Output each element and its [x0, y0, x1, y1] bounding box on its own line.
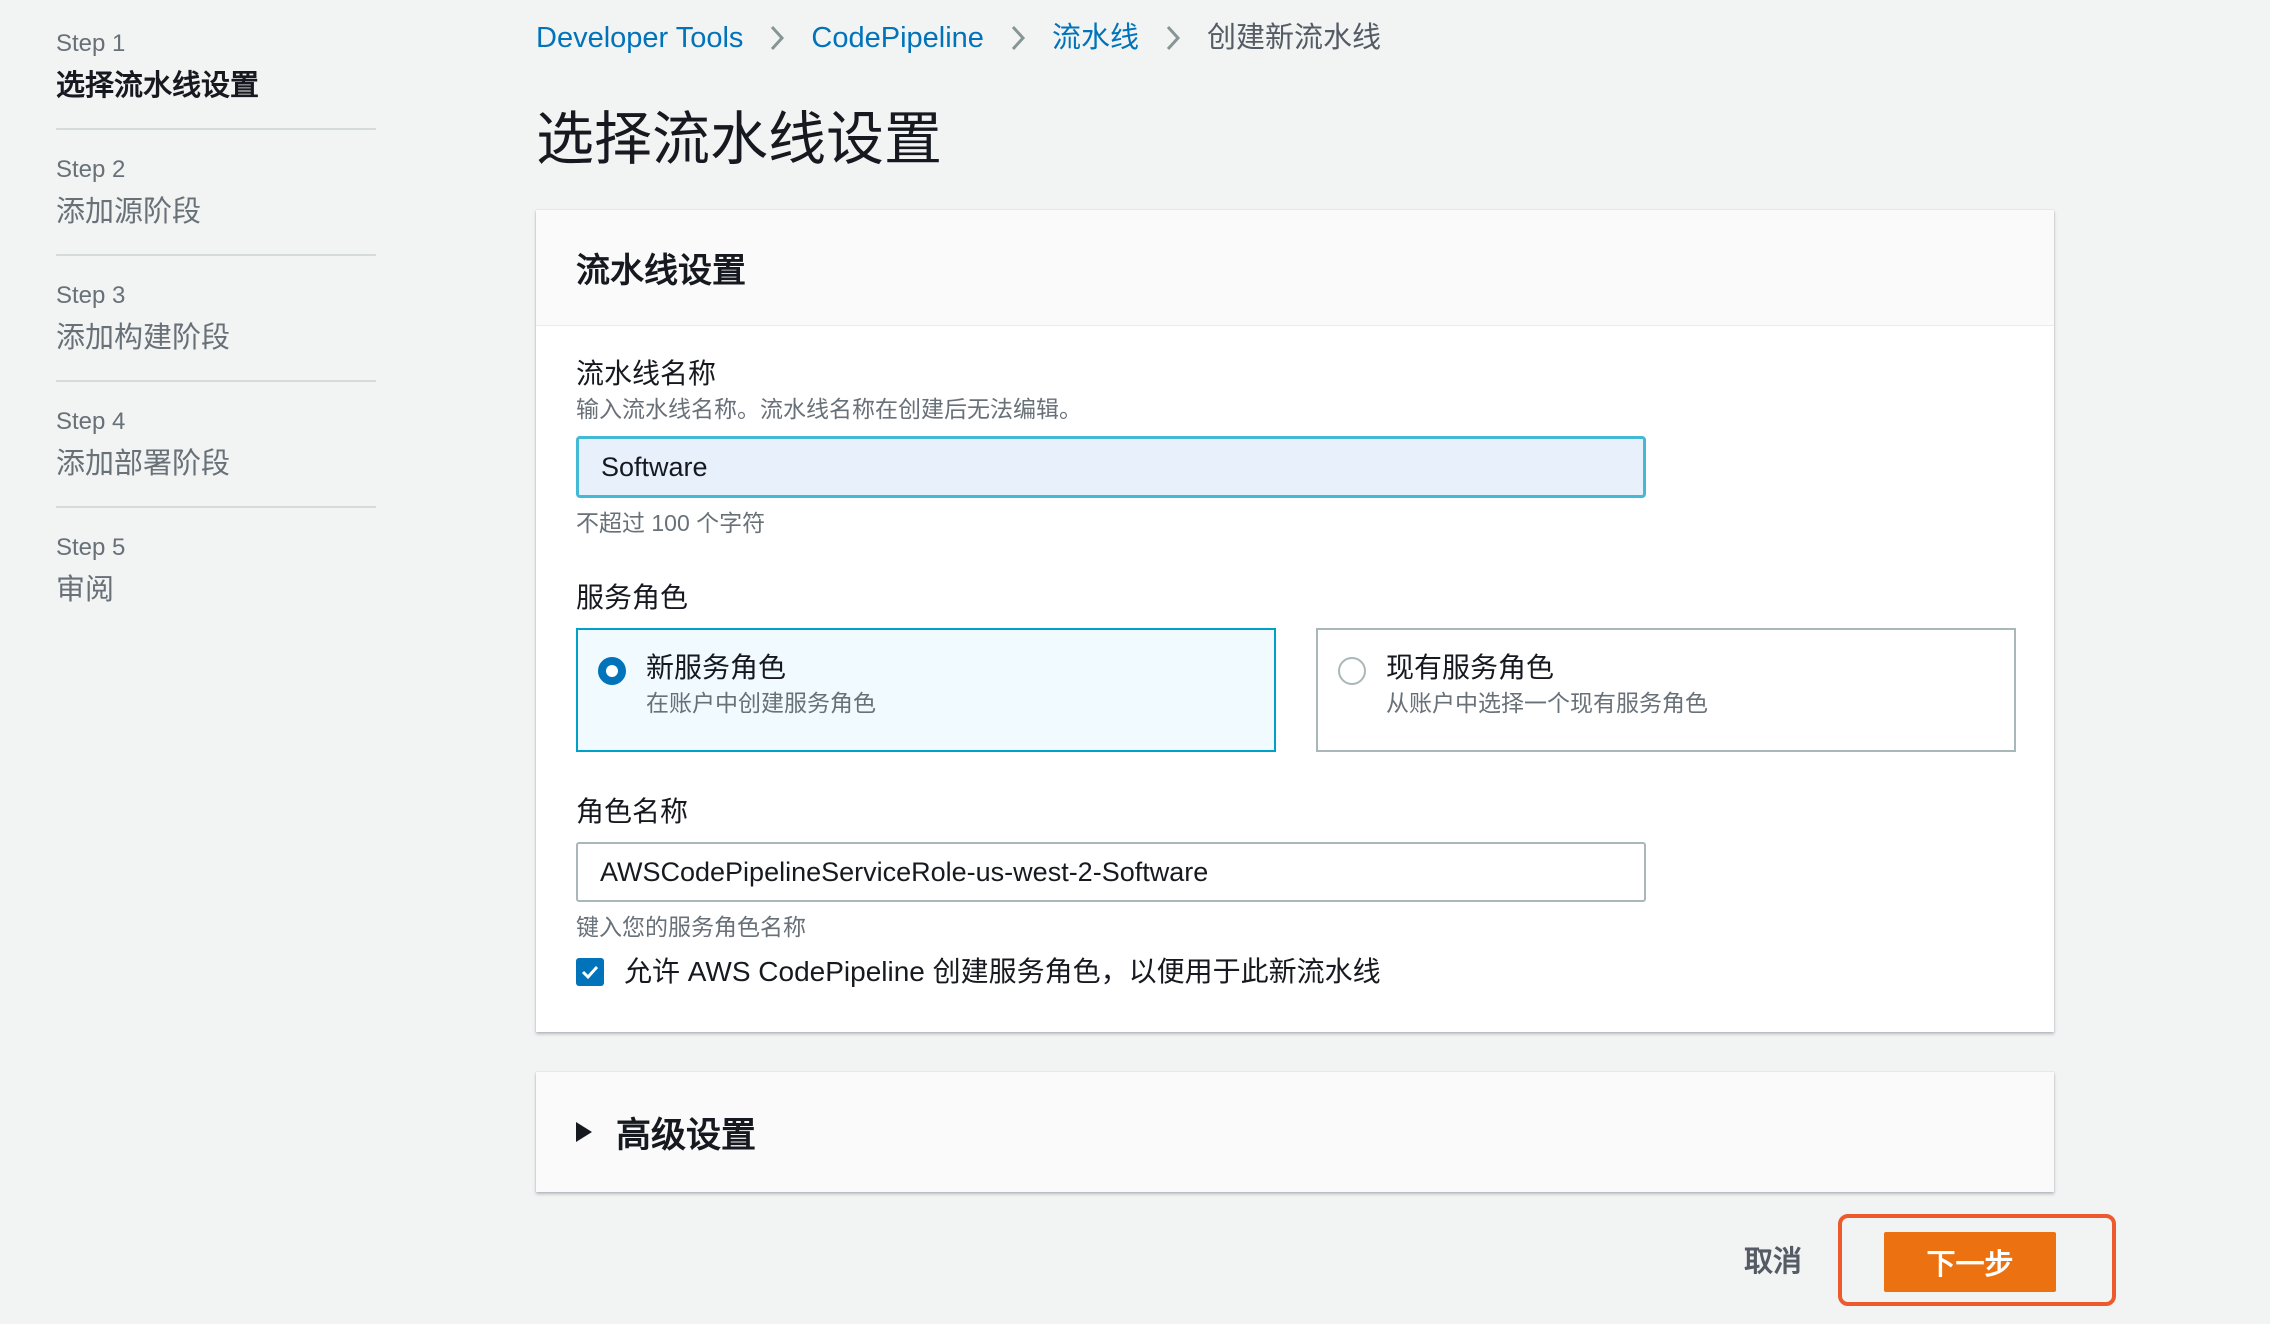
step-title: 添加构建阶段 [56, 322, 231, 354]
step-title: 审阅 [56, 574, 115, 606]
radio-unselected-icon[interactable] [1338, 657, 1366, 685]
service-role-label: 服务角色 [576, 582, 689, 613]
checkbox-checked-icon[interactable] [576, 958, 604, 986]
advanced-settings-expander[interactable]: 高级设置 [536, 1072, 2054, 1192]
page-title: 选择流水线设置 [536, 107, 943, 172]
next-button[interactable]: 下一步 [1884, 1232, 2056, 1292]
step-4[interactable]: Step 4 添加部署阶段 [56, 404, 376, 508]
pipeline-name-constraint: 不超过 100 个字符 [576, 510, 766, 536]
wizard-steps: Step 1 选择流水线设置 Step 2 添加源阶段 Step 3 添加构建阶… [56, 26, 376, 654]
breadcrumb-pipelines[interactable]: 流水线 [1052, 18, 1139, 58]
radio-selected-icon[interactable] [598, 657, 626, 685]
step-title: 选择流水线设置 [56, 70, 260, 102]
option-title: 现有服务角色 [1386, 652, 1555, 683]
step-2[interactable]: Step 2 添加源阶段 [56, 152, 376, 256]
chevron-right-icon [1010, 25, 1026, 51]
panel-title: 流水线设置 [576, 252, 746, 290]
step-number: Step 2 [56, 156, 126, 183]
cancel-button[interactable]: 取消 [1744, 1242, 1802, 1282]
panel-header: 流水线设置 [536, 210, 2054, 326]
step-3[interactable]: Step 3 添加构建阶段 [56, 278, 376, 382]
role-name-description: 键入您的服务角色名称 [576, 914, 806, 940]
step-title: 添加源阶段 [56, 196, 202, 228]
chevron-right-icon [1165, 25, 1181, 51]
step-number: Step 3 [56, 282, 126, 309]
option-title: 新服务角色 [646, 652, 787, 683]
advanced-settings-title: 高级设置 [616, 1115, 757, 1155]
pipeline-name-description: 输入流水线名称。流水线名称在创建后无法编辑。 [576, 396, 1082, 422]
pipeline-name-input[interactable]: Software [576, 436, 1646, 498]
role-name-label: 角色名称 [576, 796, 689, 827]
role-name-input[interactable]: AWSCodePipelineServiceRole-us-west-2-Sof… [576, 842, 1646, 902]
step-number: Step 1 [56, 30, 126, 57]
step-number: Step 4 [56, 408, 126, 435]
option-description: 在账户中创建服务角色 [646, 690, 876, 716]
breadcrumb-developer-tools[interactable]: Developer Tools [536, 18, 743, 58]
breadcrumb: Developer Tools CodePipeline 流水线 创建新流水线 [536, 18, 1381, 58]
allow-create-role-label: 允许 AWS CodePipeline 创建服务角色，以便用于此新流水线 [624, 956, 1381, 987]
allow-create-role-row[interactable]: 允许 AWS CodePipeline 创建服务角色，以便用于此新流水线 [576, 954, 1381, 990]
step-title: 添加部署阶段 [56, 448, 231, 480]
breadcrumb-current: 创建新流水线 [1206, 22, 1381, 54]
step-1[interactable]: Step 1 选择流水线设置 [56, 26, 376, 130]
pipeline-settings-panel: 流水线设置 流水线名称 输入流水线名称。流水线名称在创建后无法编辑。 Softw… [536, 210, 2054, 1032]
pipeline-name-label: 流水线名称 [576, 358, 717, 389]
option-description: 从账户中选择一个现有服务角色 [1386, 690, 1708, 716]
step-number: Step 5 [56, 534, 126, 561]
new-service-role-option[interactable]: 新服务角色 在账户中创建服务角色 [576, 628, 1276, 752]
existing-service-role-option[interactable]: 现有服务角色 从账户中选择一个现有服务角色 [1316, 628, 2016, 752]
breadcrumb-codepipeline[interactable]: CodePipeline [811, 18, 984, 58]
chevron-right-icon [769, 25, 785, 51]
caret-right-icon [576, 1122, 592, 1142]
step-5[interactable]: Step 5 审阅 [56, 530, 376, 632]
